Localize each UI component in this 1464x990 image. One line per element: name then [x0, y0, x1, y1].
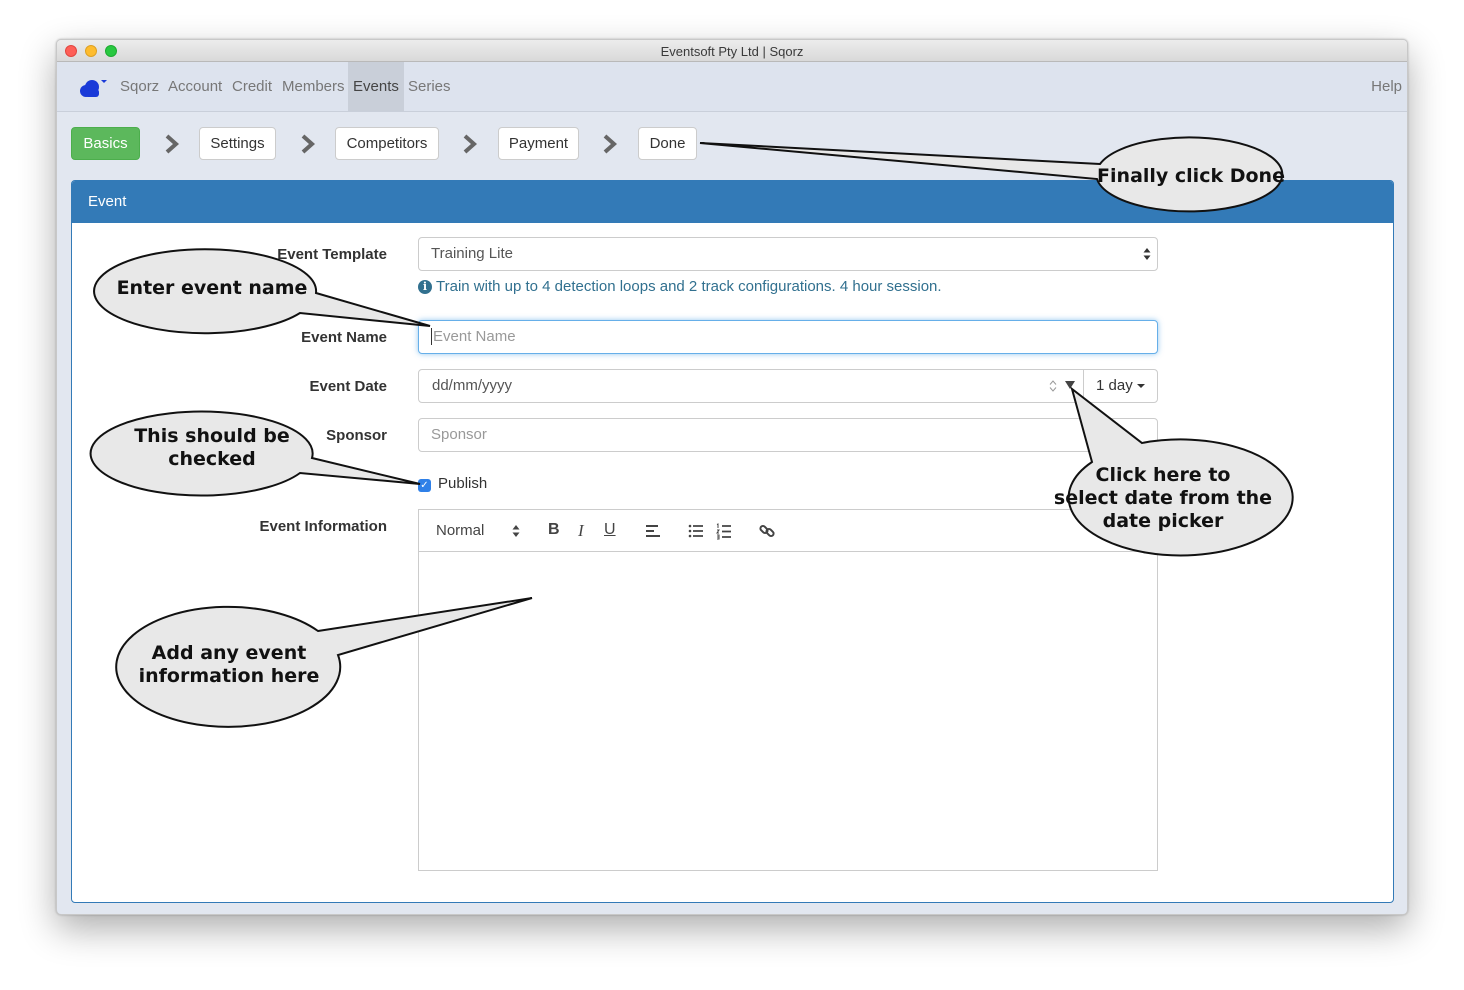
callout-publish-text: This should be checked — [134, 425, 290, 470]
text-cursor — [431, 327, 432, 345]
nav-credit[interactable]: Credit — [227, 62, 277, 111]
date-spinner-icon[interactable] — [1049, 379, 1057, 393]
event-name-input[interactable]: Event Name — [418, 320, 1158, 354]
editor-toolbar: Normal B I U — [419, 510, 1157, 552]
nav-series[interactable]: Series — [403, 62, 456, 111]
step-settings-button[interactable]: Settings — [199, 127, 276, 160]
event-template-select[interactable]: Training Lite — [418, 237, 1158, 271]
select-updown-icon — [1143, 248, 1151, 260]
event-name-label: Event Name — [301, 329, 387, 346]
sponsor-input[interactable]: Sponsor — [418, 418, 1158, 452]
event-duration-dropdown[interactable]: 1 day — [1083, 369, 1158, 403]
italic-button[interactable]: I — [578, 521, 584, 541]
callout-info-text: Add any event information here — [138, 642, 320, 687]
underline-button[interactable]: U — [604, 521, 616, 539]
nav-help[interactable]: Help — [1366, 62, 1407, 111]
event-information-label: Event Information — [259, 518, 387, 535]
numbered-list-icon[interactable] — [715, 522, 733, 540]
title-bar: Eventsoft Pty Ltd | Sqorz — [57, 40, 1407, 62]
publish-label[interactable]: Publish — [438, 475, 487, 492]
top-navbar: Sqorz Account Credit Members Events Seri… — [57, 62, 1407, 112]
event-date-placeholder: dd/mm/yyyy — [432, 377, 513, 394]
chevron-right-icon — [301, 134, 316, 154]
callout-date-text: Click here to select date from the date … — [1053, 464, 1273, 532]
callout-done-text: Finally click Done — [1097, 165, 1285, 187]
template-help-text: i Train with up to 4 detection loops and … — [418, 278, 942, 295]
nav-sqorz[interactable]: Sqorz — [115, 62, 164, 111]
format-updown-icon[interactable] — [512, 524, 520, 538]
event-date-input[interactable]: dd/mm/yyyy — [418, 369, 1084, 403]
event-date-label: Event Date — [309, 378, 387, 395]
sponsor-label: Sponsor — [326, 427, 387, 444]
step-basics-button[interactable]: Basics — [71, 127, 140, 160]
window-title: Eventsoft Pty Ltd | Sqorz — [660, 44, 804, 59]
step-payment-button[interactable]: Payment — [498, 127, 579, 160]
publish-checkbox[interactable]: ✓ — [418, 479, 431, 492]
cloud-icon[interactable] — [77, 76, 109, 98]
format-select[interactable]: Normal — [436, 522, 484, 539]
chevron-right-icon — [165, 134, 180, 154]
nav-account[interactable]: Account — [163, 62, 227, 111]
step-competitors-button[interactable]: Competitors — [335, 127, 439, 160]
caret-down-icon — [1136, 384, 1145, 389]
step-done-button[interactable]: Done — [638, 127, 697, 160]
event-template-value: Training Lite — [431, 245, 513, 262]
callout-name-text: Enter event name — [116, 277, 308, 299]
nav-members[interactable]: Members — [277, 62, 350, 111]
event-information-editor[interactable]: Normal B I U — [418, 509, 1158, 871]
link-icon[interactable] — [758, 522, 776, 540]
bold-button[interactable]: B — [548, 521, 560, 539]
chevron-right-icon — [603, 134, 618, 154]
bullet-list-icon[interactable] — [687, 522, 705, 540]
info-icon: i — [418, 280, 432, 294]
align-left-icon[interactable] — [644, 522, 662, 540]
nav-events[interactable]: Events — [348, 62, 404, 111]
event-template-label: Event Template — [277, 246, 387, 263]
chevron-right-icon — [463, 134, 478, 154]
date-picker-dropdown-icon[interactable] — [1065, 381, 1075, 389]
